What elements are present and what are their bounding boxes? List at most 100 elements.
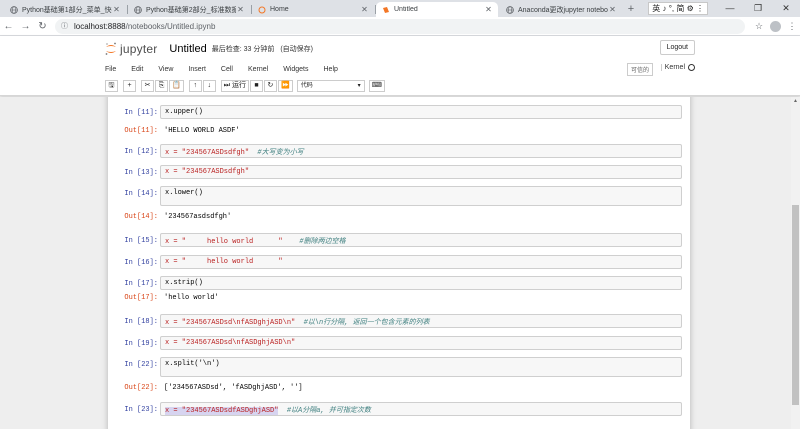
jupyter-header: jupyter Untitled 最后检查: 33 分钟前 (自动保存) Log… [0,36,800,96]
browser-tab-3[interactable]: Home ✕ [252,2,376,17]
move-up-icon[interactable]: ↑ [188,79,202,92]
close-icon[interactable]: ✕ [608,5,617,14]
info-icon[interactable]: ⓘ [61,21,68,31]
output-prompt: Out[14]: [124,213,158,221]
input-prompt: In [19]: [124,340,158,348]
cell-input[interactable]: x.split('\n') [160,357,682,377]
input-prompt: In [23]: [124,406,158,414]
cell-input[interactable]: x = "234567ASDsdfgh" #大写变为小写 [160,144,682,158]
checkpoint-status: 最后检查: 33 分钟前 [211,46,275,53]
scroll-up-icon[interactable]: ▲ [791,97,800,106]
address-bar: ← → ↻ ⓘ localhost:8888/notebooks/Untitle… [0,17,800,36]
cell-type-select[interactable]: 代码 ▾ [296,79,365,92]
menu-dots-icon[interactable]: ⋮ [784,21,800,32]
browser-tab-5[interactable]: Anaconda更改jupyter notebook ✕ [500,2,622,17]
cell-comment: #以\n行分隔, 返回一个包含元素的列表 [295,319,430,327]
cut-icon[interactable]: ✂ [141,79,154,92]
interrupt-icon[interactable]: ■ [249,79,263,92]
forward-icon[interactable]: → [17,21,34,32]
copy-icon[interactable]: ⎘ [155,79,168,92]
cell-input[interactable]: x = "234567ASDsd\nfASDghjASD\n" [160,336,682,350]
run-label: 运行 [231,81,246,89]
input-prompt: In [17]: [124,280,158,288]
cell-output: '234567asdsdfgh' [164,213,232,221]
browser-tab-1[interactable]: Python基础第1部分_菜单_快捷键 ✕ [4,2,128,17]
close-window-button[interactable]: ✕ [772,0,800,17]
cell-input[interactable]: x = "234567ASDsdfASDghjASD" #以A分隔a, 并可指定… [160,402,682,416]
tab-title: Anaconda更改jupyter notebook [518,6,608,14]
cell-input[interactable]: x.strip() [160,276,682,290]
new-tab-button[interactable]: + [624,2,638,17]
logout-button[interactable]: Logout [659,40,695,55]
restart-run-all-icon[interactable]: ⏩ [277,79,293,92]
trusted-badge[interactable]: 可信的 [626,63,653,76]
scrollbar-thumb[interactable] [792,205,799,405]
close-icon[interactable]: ✕ [112,5,121,14]
title-row: jupyter Untitled 最后检查: 33 分钟前 (自动保存) [105,39,694,59]
save-icon[interactable]: 🖫 [105,79,118,92]
cell-code: x = "234567ASDsdfgh" [165,168,250,176]
code-cell[interactable]: In [14]: x.lower() Out[14]: '234567asdsd… [108,186,690,226]
menu-cell[interactable]: Cell [221,66,233,73]
tab-title: Home [270,6,289,13]
close-icon[interactable]: ✕ [236,5,245,14]
url-input[interactable]: ⓘ localhost:8888/notebooks/Untitled.ipyn… [55,18,745,34]
code-cell[interactable]: In [19]: x = "234567ASDsd\nfASDghjASD\n" [108,336,690,352]
cell-input[interactable]: x = " hello world " [160,255,682,269]
input-prompt: In [22]: [124,361,158,369]
menu-help[interactable]: Help [324,66,338,73]
run-button[interactable]: ⏭ 运行 [220,79,249,92]
cell-input[interactable]: x.upper() [160,105,682,119]
kernel-name: Kernel [660,64,685,71]
profile-avatar[interactable] [770,20,781,32]
vertical-scrollbar[interactable]: ▲ [791,97,800,429]
code-cell[interactable]: In [22]: x.split('\n') Out[22]: ['234567… [108,357,690,397]
jupyter-logo[interactable]: jupyter [105,42,157,56]
bookmark-star-icon[interactable]: ☆ [751,21,767,32]
browser-tab-4[interactable]: Untitled ✕ [376,2,498,17]
cell-input[interactable]: x = " hello world " #删除两边空格 [160,233,682,247]
notebook-name[interactable]: Untitled [169,43,206,55]
code-cell[interactable]: In [18]: x = "234567ASDsd\nfASDghjASD\n"… [108,314,690,330]
cell-comment: #删除两边空格 [282,238,346,246]
close-icon[interactable]: ✕ [484,5,493,14]
input-prompt: In [16]: [124,259,158,267]
ime-toolbar[interactable]: 英 ♪ °, 简 ⚙ ⋮ [648,2,708,15]
move-down-icon[interactable]: ↓ [202,79,216,92]
cell-code: x.strip() [165,279,203,287]
cell-output: 'HELLO WORLD ASDF' [164,127,240,135]
menu-edit[interactable]: Edit [131,66,143,73]
cell-output: ['234567ASDsd', 'fASDghjASD', ''] [164,384,303,392]
menu-insert[interactable]: Insert [188,66,206,73]
menu-file[interactable]: File [105,66,116,73]
code-cell[interactable]: In [23]: x = "234567ASDsdfASDghjASD" #以A… [108,402,690,418]
cell-input[interactable]: x = "234567ASDsd\nfASDghjASD\n" #以\n行分隔,… [160,314,682,328]
code-cell[interactable]: In [15]: x = " hello world " #删除两边空格 [108,233,690,249]
menu-kernel[interactable]: Kernel [248,66,268,73]
code-cell[interactable]: In [11]: x.upper() Out[11]: 'HELLO WORLD… [108,105,690,139]
reload-icon[interactable]: ↻ [34,21,51,32]
close-icon[interactable]: ✕ [360,5,369,14]
cell-input[interactable]: x.lower() [160,186,682,206]
paste-icon[interactable]: 📋 [169,79,184,92]
maximize-button[interactable]: ❐ [744,0,772,17]
add-cell-icon[interactable]: + [123,79,136,92]
restart-icon[interactable]: ↻ [263,79,277,92]
cell-code: x = "234567ASDsd\nfASDghjASD\n" [165,319,296,327]
cell-code: x = "234567ASDsd\nfASDghjASD\n" [165,339,296,347]
browser-tab-2[interactable]: Python基础第2部分_标准数据类型 ✕ [128,2,252,17]
menu-widgets[interactable]: Widgets [283,66,308,73]
window-controls: — ❐ ✕ [716,0,800,17]
menu-view[interactable]: View [158,66,173,73]
back-icon[interactable]: ← [0,21,17,32]
code-cell[interactable]: In [16]: x = " hello world " [108,255,690,271]
code-cell[interactable]: In [12]: x = "234567ASDsdfgh" #大写变为小写 [108,144,690,160]
code-cell[interactable]: In [17]: x.strip() Out[17]: 'hello world… [108,276,690,310]
minimize-button[interactable]: — [716,0,744,17]
keyboard-icon[interactable]: ⌨ [368,79,385,92]
url-host: localhost:8888 [74,21,126,31]
cell-input[interactable]: x = "234567ASDsdfgh" [160,165,682,179]
cell-code: x.lower() [165,189,203,197]
code-cell[interactable]: In [13]: x = "234567ASDsdfgh" [108,165,690,181]
chevron-down-icon: ▾ [357,82,361,89]
